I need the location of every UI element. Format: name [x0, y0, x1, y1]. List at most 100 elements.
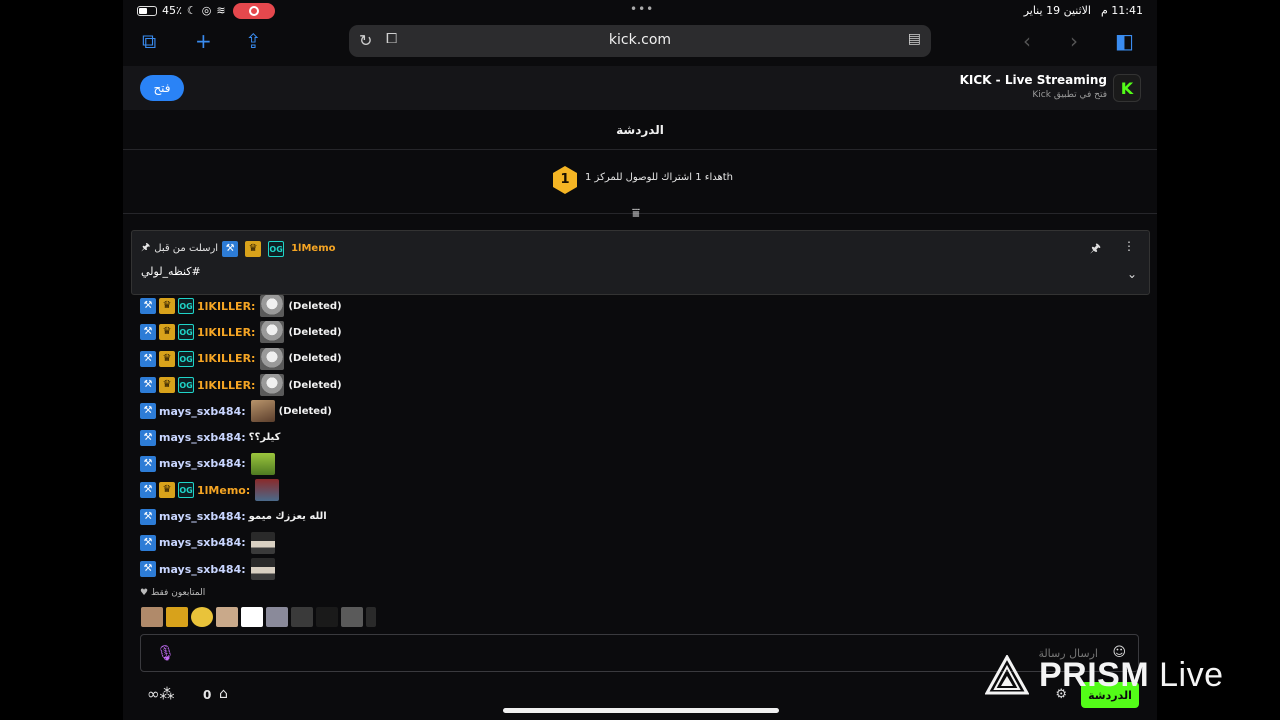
emote-image	[250, 558, 275, 581]
points-count: 0	[203, 688, 212, 702]
kebab-icon[interactable]: ⋮	[1123, 239, 1135, 253]
battery-icon	[137, 5, 157, 16]
og-badge-icon: OG	[178, 482, 194, 499]
home-indicator[interactable]	[503, 708, 779, 713]
pinned-username[interactable]: 1lMemo	[291, 243, 335, 254]
vip-crown-icon: ♛	[159, 377, 175, 394]
emote-slot[interactable]	[241, 607, 263, 627]
message-username[interactable]: mays_sxb484:	[159, 431, 246, 444]
emote-image	[255, 479, 280, 502]
tabs-icon[interactable]: ⧉	[142, 30, 156, 52]
emote-slot[interactable]	[191, 607, 213, 627]
chat-message[interactable]: ⚒ ♛ OG 1lKILLER: (Deleted)	[140, 319, 1040, 345]
open-app-button[interactable]: فتح	[140, 75, 184, 101]
back-icon[interactable]: ‹	[1023, 29, 1031, 53]
vip-crown-icon: ♛	[245, 240, 262, 257]
chat-message[interactable]: ⚒ ♛ OG 1lMemo:	[140, 477, 1040, 503]
sub-goal-banner[interactable]: 1 هداء 1 اشتراك للوصول للمركز 1th	[123, 152, 1157, 214]
status-date: الاثنين 19 يناير	[1023, 4, 1091, 17]
message-text: (Deleted)	[288, 353, 342, 365]
vip-crown-icon: ♛	[159, 324, 175, 341]
chat-message[interactable]: ⚒ mays_sxb484: الله يعززك ميمو	[140, 503, 1040, 529]
chat-message[interactable]: ⚒ ♛ OG 1lKILLER: (Deleted)	[140, 346, 1040, 372]
mod-badge-icon: ⚒	[140, 429, 156, 446]
chat-message[interactable]: ⚒ mays_sxb484:	[140, 451, 1040, 477]
emote-slot[interactable]	[141, 607, 163, 627]
record-icon	[249, 6, 259, 16]
message-username[interactable]: mays_sxb484:	[159, 405, 246, 418]
address-bar[interactable]: ↻ ⧠ kick.com ▤	[349, 25, 931, 57]
chat-message[interactable]: ⚒ mays_sxb484: (Deleted)	[140, 398, 1040, 424]
pinned-header: 🖈 ارسلت من قبل ⚒ ♛ OG 1lMemo	[141, 240, 339, 257]
emote-image	[250, 452, 275, 475]
emote-slot[interactable]	[291, 607, 313, 627]
message-text: (Deleted)	[288, 326, 342, 338]
emote-image	[250, 531, 275, 554]
og-badge-icon: OG	[178, 350, 194, 367]
emote-image	[250, 400, 275, 423]
focus-icon: ◎	[201, 4, 212, 17]
prism-live-watermark: PRISM Live	[985, 650, 1255, 700]
mod-badge-icon: ⚒	[140, 403, 156, 420]
moon-icon: ☾	[186, 4, 197, 17]
mod-badge-icon: ⚒	[140, 508, 156, 525]
chat-message[interactable]: ⚒ mays_sxb484: كيلر؟؟	[140, 424, 1040, 450]
prism-logo-icon	[985, 655, 1029, 695]
chat-message[interactable]: ⚒ ♛ OG 1lKILLER: (Deleted)	[140, 372, 1040, 398]
chevron-down-icon[interactable]: ⌄	[1127, 267, 1137, 281]
message-username[interactable]: 1lKILLER:	[197, 326, 255, 339]
status-bar: 45٪ ☾ ◎ ≋ ••• 11:41 م الاثنين 19 يناير	[123, 0, 1157, 22]
plus-icon[interactable]: +	[195, 30, 212, 52]
chat-message[interactable]: ⚒ mays_sxb484:	[140, 530, 1040, 556]
emote-slot[interactable]	[216, 607, 238, 627]
browser-toolbar: ⧉ + ⇪ ↻ ⧠ kick.com ▤ ‹ › ◧	[123, 22, 1157, 62]
app-subtitle: فتح في تطبيق Kick	[1032, 90, 1107, 100]
vip-crown-icon: ♛	[159, 482, 175, 499]
message-username[interactable]: mays_sxb484:	[159, 510, 246, 523]
pin-icon[interactable]: 🖈	[1090, 239, 1101, 260]
share-icon[interactable]: ⇪	[245, 30, 262, 52]
app-info: KICK - Live Streaming فتح في تطبيق Kick	[960, 73, 1107, 100]
message-text: (Deleted)	[278, 405, 332, 417]
emote-slot[interactable]	[341, 607, 363, 627]
app-banner: فتح KICK - Live Streaming فتح في تطبيق K…	[123, 66, 1157, 110]
emote-image	[260, 374, 285, 397]
pin-small-icon: 🖈	[141, 242, 151, 253]
screen-record-indicator[interactable]	[233, 3, 275, 19]
emote-image	[260, 347, 285, 370]
mic-icon[interactable]: 🎙	[156, 644, 175, 662]
collapse-icon[interactable]: ⩸	[632, 206, 640, 221]
message-username[interactable]: 1lKILLER:	[197, 352, 255, 365]
chat-input[interactable]	[181, 643, 1098, 663]
pinned-sent-by: ارسلت من قبل	[154, 243, 219, 254]
followers-only-label: ♥ المتابعون فقط	[140, 588, 206, 598]
message-username[interactable]: mays_sxb484:	[159, 563, 246, 576]
multitask-dots-icon[interactable]: •••	[630, 2, 654, 16]
emote-slot[interactable]	[316, 607, 338, 627]
message-username[interactable]: mays_sxb484:	[159, 536, 246, 549]
store-icon[interactable]: ⌂	[219, 686, 228, 702]
channel-points-icon[interactable]: ∞⁂	[147, 685, 175, 703]
forward-icon[interactable]: ›	[1070, 29, 1078, 53]
url-text[interactable]: kick.com	[349, 32, 931, 48]
emote-slot[interactable]	[266, 607, 288, 627]
app-title: KICK - Live Streaming	[959, 73, 1107, 87]
mod-badge-icon: ⚒	[140, 561, 156, 578]
message-text: كيلر؟؟	[248, 432, 281, 444]
sidebar-icon[interactable]: ◧	[1115, 30, 1134, 52]
emote-image	[260, 295, 285, 318]
ipad-screen: 45٪ ☾ ◎ ≋ ••• 11:41 م الاثنين 19 يناير ⧉…	[123, 0, 1157, 720]
chat-message[interactable]: ⚒ mays_sxb484:	[140, 556, 1040, 582]
message-username[interactable]: mays_sxb484:	[159, 457, 246, 470]
message-username[interactable]: 1lMemo:	[197, 484, 250, 497]
message-username[interactable]: 1lKILLER:	[197, 300, 255, 313]
chat-message[interactable]: ⚒ ♛ OG 1lKILLER: (Deleted)	[140, 293, 1040, 319]
mod-badge-icon: ⚒	[140, 350, 156, 367]
battery-level: 45٪	[162, 4, 182, 17]
mod-badge-icon: ⚒	[140, 377, 156, 394]
reader-icon[interactable]: ▤	[908, 31, 921, 47]
message-username[interactable]: 1lKILLER:	[197, 379, 255, 392]
emote-slot[interactable]	[366, 607, 376, 627]
mod-badge-icon: ⚒	[140, 534, 156, 551]
emote-slot[interactable]	[166, 607, 188, 627]
